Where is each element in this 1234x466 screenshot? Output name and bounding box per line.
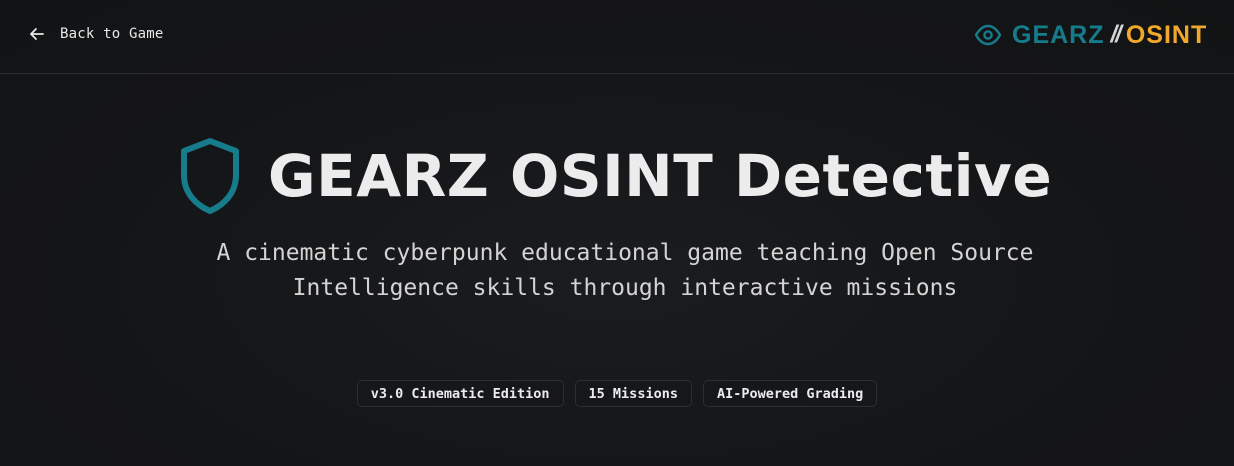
page-subtitle: A cinematic cyberpunk educational game t… <box>216 240 1034 301</box>
feature-badges: v3.0 Cinematic Edition 15 Missions AI-Po… <box>0 380 1234 407</box>
badge-grading: AI-Powered Grading <box>702 380 878 407</box>
arrow-left-icon <box>28 25 46 43</box>
brand-separator: // <box>1110 21 1122 48</box>
page-title: GEARZ OSINT Detective <box>268 142 1053 210</box>
brand-logo[interactable]: GEARZ // OSINT <box>974 18 1234 52</box>
brand-name-part2: OSINT <box>1125 20 1208 49</box>
back-link-label: Back to Game <box>60 26 164 42</box>
brand-name-part1: GEARZ <box>1012 20 1105 49</box>
badge-version: v3.0 Cinematic Edition <box>356 380 564 407</box>
shield-icon <box>178 137 242 215</box>
eye-icon <box>974 24 1012 46</box>
hero-title: GEARZ OSINT Detective <box>178 134 1052 218</box>
top-navigation-bar: Back to Game GEARZ // OSINT <box>0 0 1234 74</box>
back-to-game-link[interactable]: Back to Game <box>28 22 164 46</box>
badge-missions: 15 Missions <box>574 380 692 407</box>
